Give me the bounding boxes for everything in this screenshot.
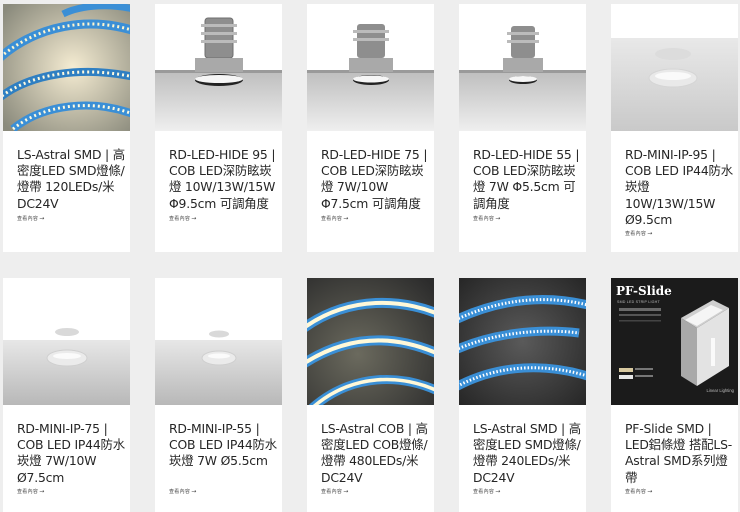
arrow-right-icon: →	[191, 488, 197, 495]
product-card[interactable]: PF-Slide SMD LED STRIP LIGHT Linear Ligh…	[611, 278, 738, 512]
arrow-right-icon: →	[343, 488, 349, 495]
cob-strip-image	[307, 278, 434, 405]
product-title[interactable]: RD-MINI-IP-75 | COB LED IP44防水崁燈 7W/10W …	[17, 421, 129, 486]
product-title[interactable]: RD-LED-HIDE 55 | COB LED深防眩崁燈 7W Φ5.5cm …	[473, 147, 585, 212]
ceiling-spot-image	[611, 4, 738, 131]
view-more-link[interactable]: 查看內容→	[17, 215, 45, 222]
arrow-right-icon: →	[39, 488, 45, 495]
product-card[interactable]: LS-Astral SMD | 高密度LED SMD燈條/燈帶 120LEDs/…	[3, 4, 130, 252]
product-title[interactable]: RD-MINI-IP-55 | COB LED IP44防水崁燈 7W Ø5.5…	[169, 421, 281, 470]
product-card[interactable]: RD-LED-HIDE 55 | COB LED深防眩崁燈 7W Φ5.5cm …	[459, 4, 586, 252]
recessed-downlight-image	[307, 4, 434, 131]
product-card[interactable]: LS-Astral SMD | 高密度LED SMD燈條/燈帶 240LEDs/…	[459, 278, 586, 512]
view-more-link[interactable]: 查看內容→	[625, 488, 653, 495]
product-card[interactable]: RD-MINI-IP-75 | COB LED IP44防水崁燈 7W/10W …	[3, 278, 130, 512]
product-card[interactable]: LS-Astral COB | 高密度LED COB燈條/燈帶 480LEDs/…	[307, 278, 434, 512]
arrow-right-icon: →	[343, 215, 349, 222]
product-title[interactable]: RD-MINI-IP-95 | COB LED IP44防水崁燈 10W/13W…	[625, 147, 737, 228]
recessed-downlight-image	[459, 4, 586, 131]
view-more-link[interactable]: 查看內容→	[321, 215, 349, 222]
arrow-right-icon: →	[39, 215, 45, 222]
product-title[interactable]: RD-LED-HIDE 75 | COB LED深防眩崁燈 7W/10W Φ7.…	[321, 147, 433, 212]
product-title[interactable]: LS-Astral SMD | 高密度LED SMD燈條/燈帶 120LEDs/…	[17, 147, 129, 212]
product-title[interactable]: RD-LED-HIDE 95 | COB LED深防眩崁燈 10W/13W/15…	[169, 147, 281, 212]
smd-strip-image	[459, 278, 586, 405]
product-card[interactable]: RD-MINI-IP-55 | COB LED IP44防水崁燈 7W Ø5.5…	[155, 278, 282, 512]
ceiling-spot-image	[155, 278, 282, 405]
profile-image: PF-Slide SMD LED STRIP LIGHT Linear Ligh…	[611, 278, 738, 405]
product-card[interactable]: RD-MINI-IP-95 | COB LED IP44防水崁燈 10W/13W…	[611, 4, 738, 252]
product-title[interactable]: LS-Astral SMD | 高密度LED SMD燈條/燈帶 240LEDs/…	[473, 421, 585, 486]
recessed-downlight-image	[155, 4, 282, 131]
view-more-link[interactable]: 查看內容→	[473, 488, 501, 495]
arrow-right-icon: →	[191, 215, 197, 222]
product-grid: LS-Astral SMD | 高密度LED SMD燈條/燈帶 120LEDs/…	[0, 0, 740, 512]
strip-light-image	[3, 4, 130, 131]
product-title[interactable]: PF-Slide SMD | LED鋁條燈 搭配LS-Astral SMD系列燈…	[625, 421, 737, 486]
profile-tag: Linear Lighting	[706, 388, 734, 393]
view-more-link[interactable]: 查看內容→	[321, 488, 349, 495]
view-more-link[interactable]: 查看內容→	[169, 215, 197, 222]
arrow-right-icon: →	[495, 488, 501, 495]
product-card[interactable]: RD-LED-HIDE 95 | COB LED深防眩崁燈 10W/13W/15…	[155, 4, 282, 252]
product-title[interactable]: LS-Astral COB | 高密度LED COB燈條/燈帶 480LEDs/…	[321, 421, 433, 486]
arrow-right-icon: →	[647, 488, 653, 495]
arrow-right-icon: →	[647, 230, 653, 237]
view-more-link[interactable]: 查看內容→	[625, 230, 653, 237]
product-card[interactable]: RD-LED-HIDE 75 | COB LED深防眩崁燈 7W/10W Φ7.…	[307, 4, 434, 252]
view-more-link[interactable]: 查看內容→	[17, 488, 45, 495]
view-more-link[interactable]: 查看內容→	[473, 215, 501, 222]
arrow-right-icon: →	[495, 215, 501, 222]
ceiling-spot-image	[3, 278, 130, 405]
view-more-link[interactable]: 查看內容→	[169, 488, 197, 495]
